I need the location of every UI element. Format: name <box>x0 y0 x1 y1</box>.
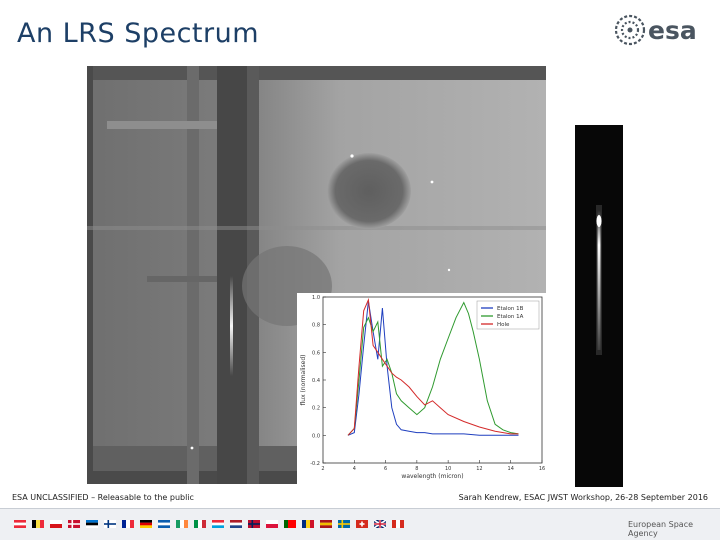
france-flag <box>122 520 134 528</box>
y-tick-label: -0.2 <box>310 461 320 467</box>
y-axis-label: flux (normalised) <box>300 354 307 405</box>
y-tick-label: 0.2 <box>312 406 320 412</box>
y-tick-label: 0.6 <box>312 350 320 356</box>
spectrum-cutout-render <box>575 125 623 487</box>
agency-name: European Space Agency <box>628 520 694 538</box>
x-tick-label: 12 <box>476 466 482 472</box>
uk-flag <box>374 520 386 528</box>
austria-flag <box>14 520 26 528</box>
x-tick-label: 8 <box>415 466 418 472</box>
romania-flag <box>302 520 314 528</box>
x-tick-label: 10 <box>445 466 451 472</box>
sweden-flag <box>338 520 350 528</box>
presenter-credit: Sarah Kendrew, ESAC JWST Workshop, 26-28… <box>458 493 708 502</box>
netherlands-flag <box>230 520 242 528</box>
belgium-flag <box>32 520 44 528</box>
x-tick-label: 16 <box>539 466 545 472</box>
canada-flag <box>392 520 404 528</box>
x-tick-label: 4 <box>353 466 356 472</box>
czech-flag <box>50 520 62 528</box>
denmark-flag <box>68 520 80 528</box>
greece-flag <box>158 520 170 528</box>
slide-title: An LRS Spectrum <box>17 18 260 49</box>
spectrum-cutout <box>575 125 623 487</box>
y-tick-label: 0.0 <box>312 433 320 439</box>
y-tick-label: 1.0 <box>312 295 320 301</box>
x-tick-label: 6 <box>384 466 387 472</box>
legend-label: Etalon 1A <box>497 314 524 320</box>
spectrum-chart: -0.2 0.0 0.2 0.4 0.6 0.8 1.0 2 4 6 8 10 12 14 16 wavele… <box>300 295 545 480</box>
poland-flag <box>266 520 278 528</box>
esa-logo-mark <box>614 14 646 46</box>
member-state-flags <box>14 520 404 528</box>
finland-flag <box>104 520 116 528</box>
portugal-flag <box>284 520 296 528</box>
switzerland-flag <box>356 520 368 528</box>
ireland-flag <box>176 520 188 528</box>
x-tick-label: 2 <box>321 466 324 472</box>
spain-flag <box>320 520 332 528</box>
esa-logo: esa <box>614 14 697 46</box>
luxembourg-flag <box>212 520 224 528</box>
estonia-flag <box>86 520 98 528</box>
norway-flag <box>248 520 260 528</box>
x-tick-label: 14 <box>508 466 514 472</box>
legend-label: Hole <box>497 322 510 328</box>
y-tick-label: 0.8 <box>312 323 320 329</box>
spectrum-plot: -0.2 0.0 0.2 0.4 0.6 0.8 1.0 2 4 6 8 10 12 14 16 wavele… <box>297 293 546 484</box>
germany-flag <box>140 520 152 528</box>
italy-flag <box>194 520 206 528</box>
esa-logo-text: esa <box>648 16 697 45</box>
y-tick-label: 0.4 <box>312 378 320 384</box>
legend-label: Etalon 1B <box>497 306 524 312</box>
classification-note: ESA UNCLASSIFIED – Releasable to the pub… <box>12 493 194 502</box>
x-axis-label: wavelength (micron) <box>401 473 463 480</box>
